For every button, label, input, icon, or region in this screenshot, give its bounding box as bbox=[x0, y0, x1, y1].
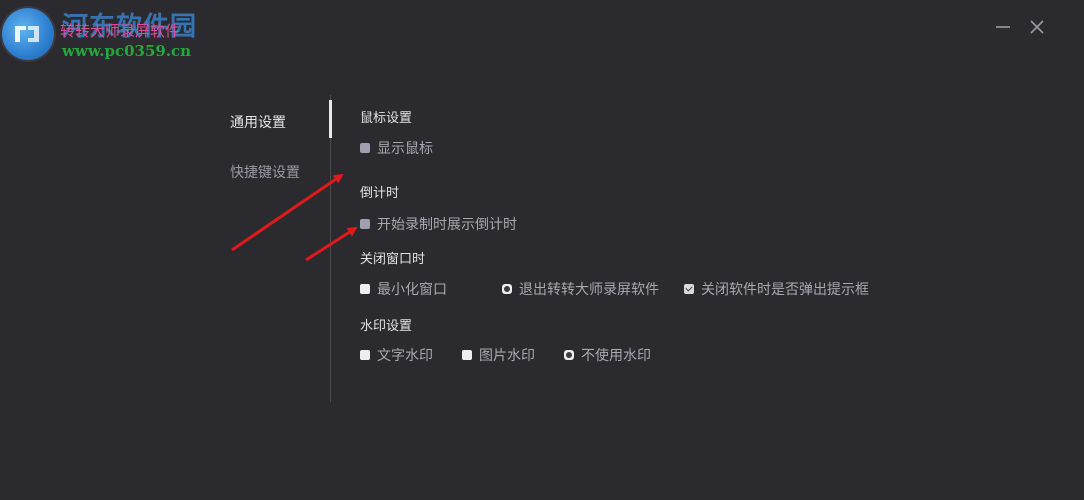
close-button[interactable] bbox=[1024, 14, 1050, 40]
logo-mark-icon bbox=[15, 26, 39, 42]
sidebar-item-general[interactable]: 通用设置 bbox=[230, 112, 286, 132]
close-icon bbox=[1030, 20, 1044, 34]
radio-icon bbox=[360, 284, 370, 294]
checkbox-checked-icon bbox=[684, 284, 694, 294]
title-bar: 河东软件园 转转大师录屏软件 www.pc0359.cn bbox=[0, 0, 1084, 60]
radio-icon bbox=[462, 350, 472, 360]
watermark-image-radio[interactable]: 图片水印 bbox=[462, 345, 535, 365]
show-mouse-checkbox[interactable]: 显示鼠标 bbox=[360, 138, 433, 158]
watermark-url: www.pc0359.cn bbox=[62, 42, 192, 60]
close-option-exit-radio[interactable]: 退出转转大师录屏软件 bbox=[502, 279, 659, 299]
close-option-minimize-radio[interactable]: 最小化窗口 bbox=[360, 279, 447, 299]
app-title: 转转大师录屏软件 bbox=[60, 22, 181, 40]
prompt-on-close-checkbox[interactable]: 关闭软件时是否弹出提示框 bbox=[684, 279, 869, 299]
sidebar-item-hotkeys[interactable]: 快捷键设置 bbox=[230, 162, 300, 182]
minimize-icon bbox=[996, 26, 1010, 28]
section-title-mouse: 鼠标设置 bbox=[360, 111, 413, 126]
app-logo-icon bbox=[2, 8, 54, 60]
settings-panel: 鼠标设置 显示鼠标 倒计时 开始录制时展示倒计时 关闭窗口时 最小化窗口 退出转… bbox=[360, 105, 1060, 405]
watermark-text-label: 文字水印 bbox=[377, 348, 433, 364]
watermark-text-radio[interactable]: 文字水印 bbox=[360, 345, 433, 365]
close-option-minimize-label: 最小化窗口 bbox=[377, 282, 447, 298]
show-mouse-label: 显示鼠标 bbox=[377, 141, 433, 157]
radio-selected-icon bbox=[564, 350, 574, 360]
prompt-on-close-label: 关闭软件时是否弹出提示框 bbox=[701, 282, 869, 298]
section-title-close-window: 关闭窗口时 bbox=[360, 252, 426, 267]
show-countdown-checkbox[interactable]: 开始录制时展示倒计时 bbox=[360, 214, 517, 234]
close-option-exit-label: 退出转转大师录屏软件 bbox=[519, 282, 659, 298]
section-title-countdown: 倒计时 bbox=[360, 186, 400, 201]
active-tab-indicator bbox=[329, 100, 332, 138]
show-countdown-label: 开始录制时展示倒计时 bbox=[377, 217, 517, 233]
checkbox-icon bbox=[360, 143, 370, 153]
checkbox-icon bbox=[360, 219, 370, 229]
radio-selected-icon bbox=[502, 284, 512, 294]
minimize-button[interactable] bbox=[990, 14, 1016, 40]
watermark-none-label: 不使用水印 bbox=[581, 348, 651, 364]
watermark-image-label: 图片水印 bbox=[479, 348, 535, 364]
watermark-none-radio[interactable]: 不使用水印 bbox=[564, 345, 651, 365]
sidebar-divider bbox=[330, 95, 331, 402]
section-title-watermark: 水印设置 bbox=[360, 319, 413, 334]
radio-icon bbox=[360, 350, 370, 360]
settings-sidebar: 通用设置 快捷键设置 bbox=[200, 95, 332, 405]
